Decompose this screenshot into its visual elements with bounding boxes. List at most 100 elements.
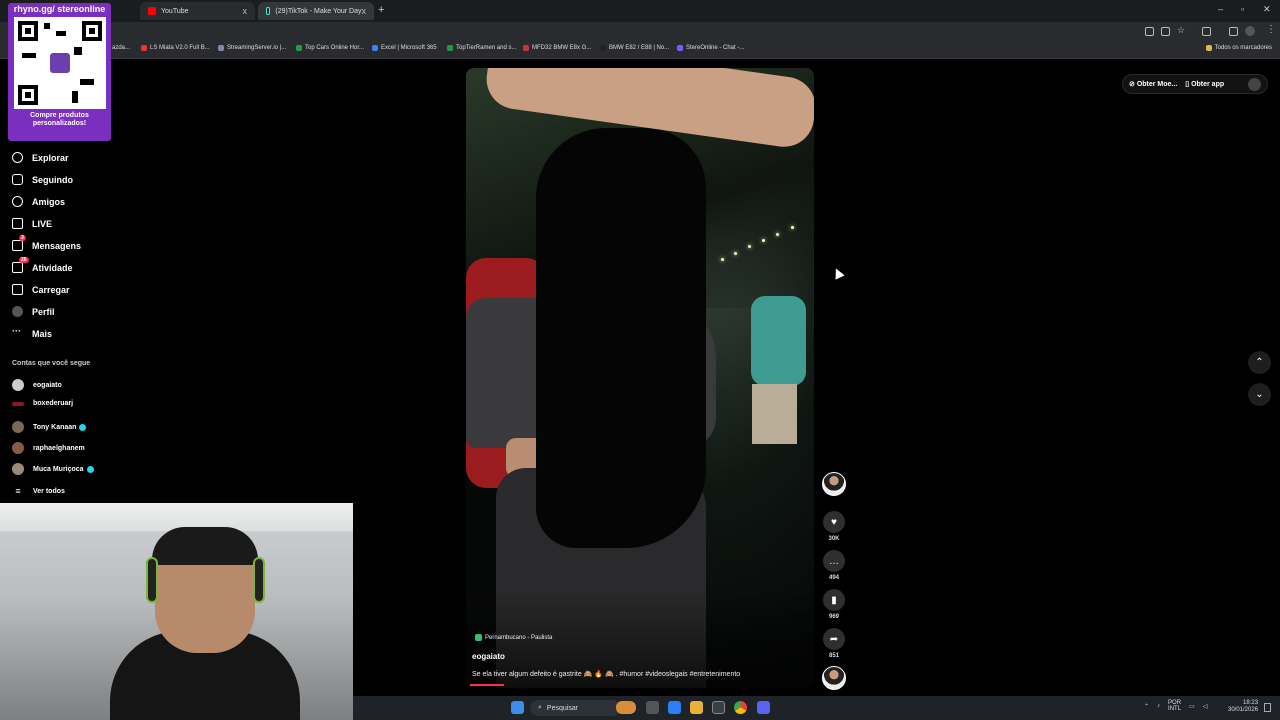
bookmark-item[interactable]: TopTierRamen and s... (447, 45, 516, 51)
tab-tiktok[interactable]: (29)TikTok - Make Your Day x (258, 2, 374, 20)
close-tab-icon[interactable]: x (243, 6, 248, 16)
more-menu-icon[interactable]: ⋮ (1266, 24, 1276, 35)
next-video-button[interactable]: ⌄ (1248, 383, 1271, 406)
nav-perfil[interactable]: Perfil (12, 306, 55, 317)
comment-icon: … (823, 550, 845, 572)
cast-icon[interactable] (1161, 27, 1170, 36)
see-all-button[interactable]: ≡ Ver todos (12, 485, 65, 497)
nav-mais[interactable]: ··· Mais (12, 327, 52, 339)
bookmark-icon (600, 45, 606, 51)
live-icon (12, 218, 23, 229)
star-icon[interactable]: ☆ (1177, 25, 1185, 36)
qr-module (55, 31, 66, 36)
previous-video-button[interactable]: ⌃ (1248, 351, 1271, 374)
close-tab-icon[interactable]: x (362, 6, 367, 16)
get-app-button[interactable]: ▯ Obter app (1185, 80, 1224, 88)
messages-icon: 3 (12, 235, 26, 251)
verified-icon (79, 423, 87, 431)
comment-button[interactable]: … 494 (822, 550, 846, 581)
copilot-icon[interactable] (668, 701, 681, 714)
bookmark-item[interactable]: azda... (112, 45, 130, 51)
bookmark-item[interactable]: MFD32 BMW E8x G... (523, 45, 591, 51)
share-button[interactable]: ➦ 851 (822, 628, 846, 659)
all-bookmarks-button[interactable]: Todos os marcadores (1205, 45, 1272, 51)
followed-account[interactable]: boxederuarj (12, 400, 73, 407)
clock-date: 30/01/2026 (1228, 707, 1259, 713)
bookmark-icon (218, 45, 224, 51)
upload-icon (12, 284, 23, 295)
tab-youtube[interactable]: YouTube x (140, 2, 255, 20)
windows-start-icon[interactable] (511, 701, 524, 714)
windows-taskbar (353, 696, 1280, 720)
profile-avatar-icon[interactable] (1245, 26, 1255, 36)
nav-carregar[interactable]: Carregar (12, 284, 70, 295)
location-icon (475, 634, 482, 641)
widgets-icon[interactable] (616, 701, 636, 714)
chevron-up-icon[interactable]: ⌃ (1144, 703, 1149, 710)
minimize-icon[interactable]: – (1218, 4, 1223, 14)
video-dancer-hair (536, 128, 706, 548)
video-progress-bar[interactable] (470, 684, 504, 686)
video-player[interactable] (466, 68, 814, 688)
location-tag[interactable]: Pernambucano - Paulista (475, 634, 552, 641)
close-window-icon[interactable]: ✕ (1263, 4, 1271, 15)
followed-account[interactable]: eogaiato (12, 379, 62, 391)
taskbar-search[interactable]: ⌕ Pesquisar (530, 700, 620, 716)
maximize-icon[interactable]: ▫ (1241, 4, 1244, 14)
qr-finder (81, 21, 102, 41)
store-icon[interactable] (712, 701, 725, 714)
task-view-icon[interactable] (646, 701, 659, 714)
avatar (12, 463, 24, 475)
nav-seguindo[interactable]: Seguindo (12, 174, 73, 185)
translate-icon[interactable] (1145, 27, 1154, 36)
nav-live[interactable]: LIVE (12, 218, 52, 229)
discord-icon[interactable] (757, 701, 770, 714)
show-desktop-icon[interactable] (1264, 703, 1271, 712)
video-person-khaki (752, 384, 797, 444)
bookmark-item[interactable]: BMW E82 / E88 | No... (600, 45, 669, 51)
qr-module (21, 53, 36, 58)
taskbar-clock[interactable]: 18:23 30/01/2026 (1228, 700, 1258, 714)
sidebar-toggle-icon[interactable] (1229, 27, 1238, 36)
bookmark-item[interactable]: StreamingServer.io |... (218, 45, 286, 51)
nav-explorar[interactable]: Explorar (12, 152, 69, 163)
avatar (12, 421, 24, 433)
new-tab-button[interactable]: + (378, 4, 384, 16)
language-indicator[interactable]: POR INTL (1168, 700, 1181, 712)
bookmark-icon (296, 45, 302, 51)
like-button[interactable]: ♥ 30K (822, 511, 846, 542)
string-light (721, 258, 724, 261)
file-explorer-icon[interactable] (690, 701, 703, 714)
video-username[interactable]: eogaiato (472, 652, 505, 661)
bookmark-item[interactable]: LS Miata V2.0 Full B... (141, 45, 210, 51)
save-count: 969 (828, 614, 839, 620)
bookmark-icon (523, 45, 529, 51)
bookmark-item[interactable]: StereOnline - Chat -... (677, 45, 744, 51)
save-button[interactable]: ▮ 969 (822, 589, 846, 620)
creator-avatar-button[interactable] (822, 472, 846, 496)
browser-tab-bar: YouTube x (29)TikTok - Make Your Day x +… (0, 0, 1280, 22)
volume-icon[interactable]: ◁ (1203, 703, 1208, 710)
extensions-icon[interactable] (1202, 27, 1211, 36)
chevron-up-icon: ⌃ (1255, 357, 1264, 368)
folder-icon (1205, 45, 1212, 51)
profile-avatar-icon[interactable] (1248, 77, 1261, 91)
network-icon[interactable]: ▭ (1189, 703, 1195, 710)
nav-amigos[interactable]: Amigos (12, 196, 65, 207)
stream-qr-overlay: rhyno.gg/ stereonline Compre produtos pe… (8, 3, 111, 141)
microphone-icon[interactable]: ♪ (1157, 703, 1160, 709)
verified-icon (86, 465, 94, 473)
bookmark-item[interactable]: Excel | Microsoft 365 (372, 45, 437, 51)
followed-account[interactable]: raphaelghanem (12, 442, 85, 454)
string-light (776, 233, 779, 236)
nav-mensagens[interactable]: 3 Mensagens (12, 235, 81, 251)
followed-account[interactable]: Muca Muriçoca (12, 463, 94, 475)
bookmark-item[interactable]: Top Cars Online Hor... (296, 45, 364, 51)
nav-atividade[interactable]: 26 Atividade (12, 257, 73, 273)
sound-avatar-button[interactable] (822, 666, 846, 690)
bookmarks-bar: azda... LS Miata V2.0 Full B... Streamin… (0, 41, 1280, 59)
followed-account[interactable]: Tony Kanaan (12, 421, 87, 433)
chrome-icon[interactable] (734, 701, 747, 714)
get-coins-button[interactable]: ⊘ Obter Moe... (1129, 80, 1177, 88)
bookmark-icon (447, 45, 453, 51)
